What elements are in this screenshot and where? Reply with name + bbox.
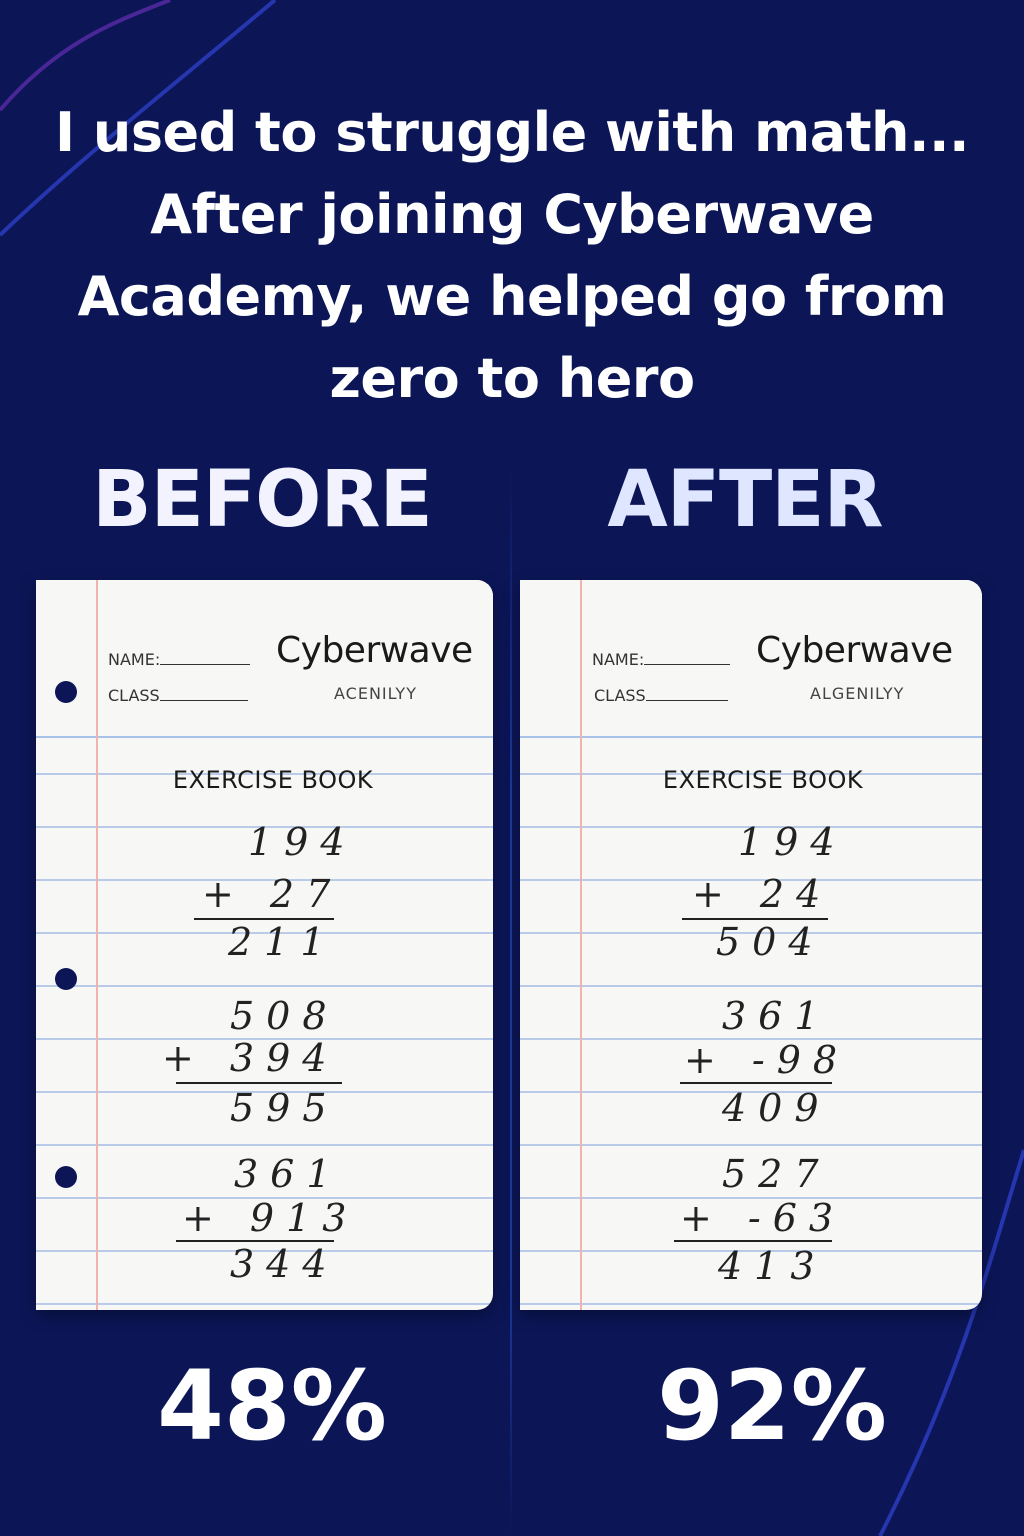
problem-result: 409 [722, 1086, 831, 1130]
class-blank [159, 700, 248, 701]
sum-line [176, 1082, 342, 1084]
problem-addend: + -63 [680, 1196, 846, 1240]
brand-logo: Cyberwave [276, 630, 473, 671]
problem-top-number: 527 [722, 1152, 831, 1196]
name-field: NAME: [592, 650, 731, 669]
column-divider [510, 470, 512, 1536]
problem-result: 344 [230, 1242, 339, 1286]
problem-top-number: 361 [234, 1152, 343, 1196]
class-field: CLASS [108, 686, 248, 705]
problem-top-number: 508 [230, 994, 339, 1038]
class-field: CLASS [594, 686, 728, 705]
binder-hole [55, 681, 77, 703]
binder-hole [55, 1166, 77, 1188]
problem-addend: + 913 [182, 1196, 359, 1240]
headline-line-3: Academy, we helped go from [77, 265, 947, 328]
class-blank [645, 700, 728, 701]
problem-result: 211 [228, 920, 337, 964]
before-heading: BEFORE [92, 455, 433, 545]
problem-top-number: 194 [738, 820, 847, 864]
before-score: 48% [157, 1350, 387, 1462]
before-exercise-sheet: NAME: CLASS Cyberwave ACENILYY EXERCISE … [36, 580, 493, 1310]
headline: I used to struggle with math... After jo… [0, 92, 1024, 420]
brand-subtitle: ALGENILYY [810, 684, 905, 703]
sum-line [674, 1240, 832, 1242]
problem-top-number: 361 [722, 994, 831, 1038]
name-blank [160, 664, 251, 665]
margin-line [580, 580, 582, 1310]
book-title: EXERCISE BOOK [662, 766, 864, 794]
class-label: CLASS [594, 686, 646, 705]
problem-result: 413 [718, 1244, 827, 1288]
headline-line-1: I used to struggle with math... [55, 101, 970, 164]
name-label: NAME: [592, 650, 645, 669]
name-label: NAME: [108, 650, 161, 669]
problem-result: 504 [716, 920, 825, 964]
problem-top-number: 194 [248, 820, 357, 864]
class-label: CLASS [108, 686, 160, 705]
binder-hole [55, 968, 77, 990]
headline-line-2: After joining Cyberwave [150, 183, 874, 246]
problem-addend: + 24 [692, 872, 833, 916]
problem-addend: + 394 [162, 1036, 339, 1080]
problem-addend: + -98 [684, 1038, 850, 1082]
brand-subtitle: ACENILYY [334, 684, 417, 703]
name-blank [644, 664, 731, 665]
after-score: 92% [657, 1350, 887, 1462]
name-field: NAME: [108, 650, 251, 669]
headline-line-4: zero to hero [329, 347, 695, 410]
book-title: EXERCISE BOOK [172, 766, 374, 794]
problem-result: 595 [230, 1086, 339, 1130]
sum-line [680, 1082, 832, 1084]
after-heading: AFTER [607, 455, 883, 545]
problem-addend: + 27 [202, 872, 343, 916]
after-exercise-sheet: NAME: CLASS Cyberwave ALGENILYY EXERCISE… [520, 580, 982, 1310]
brand-logo: Cyberwave [756, 630, 953, 671]
margin-line [96, 580, 98, 1310]
